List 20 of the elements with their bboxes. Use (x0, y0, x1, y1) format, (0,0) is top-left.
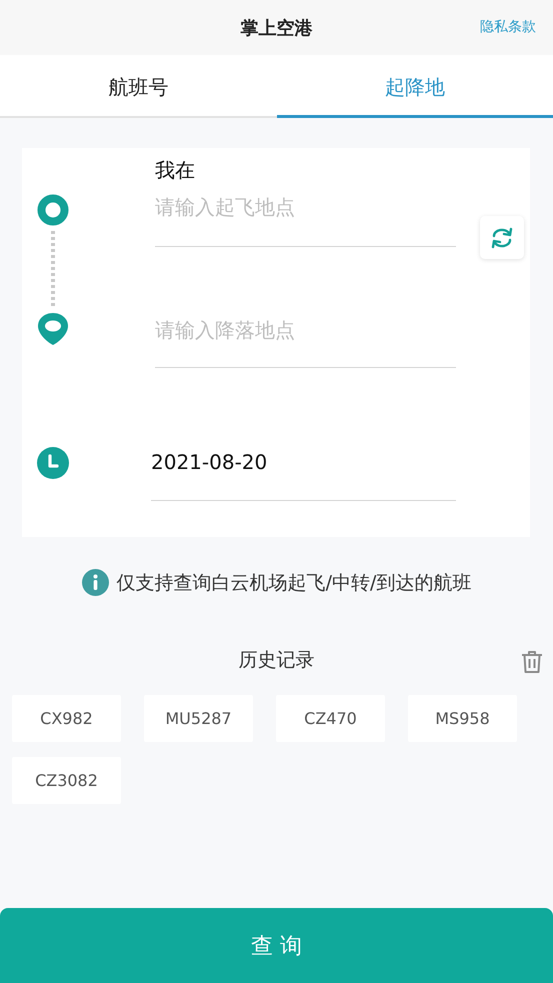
destination-pin-icon (37, 312, 69, 346)
history-chip[interactable]: MU5287 (144, 695, 253, 742)
trash-icon (521, 650, 543, 674)
delete-history-button[interactable] (521, 650, 543, 674)
history-chip[interactable]: MS958 (408, 695, 517, 742)
history-chip[interactable]: CZ3082 (12, 757, 121, 804)
history-chip[interactable]: CX982 (12, 695, 121, 742)
swap-button[interactable] (480, 216, 524, 259)
page-title: 掌上空港 (240, 16, 312, 40)
arrival-input-field[interactable]: 请输入降落地点 (155, 247, 456, 368)
notice-text: 仅支持查询白云机场起飞/中转/到达的航班 (116, 570, 472, 596)
date-field[interactable]: 2021-08-20 (151, 368, 456, 501)
clock-icon (37, 447, 69, 479)
history-title: 历史记录 (238, 648, 314, 673)
location-label: 我在 (155, 157, 196, 184)
departure-input-field[interactable]: 请输入起飞地点 (155, 184, 456, 247)
origin-ring-icon (37, 194, 69, 226)
swap-arrows-icon (489, 226, 515, 248)
history-chip[interactable]: CZ470 (276, 695, 385, 742)
info-icon (82, 569, 109, 596)
